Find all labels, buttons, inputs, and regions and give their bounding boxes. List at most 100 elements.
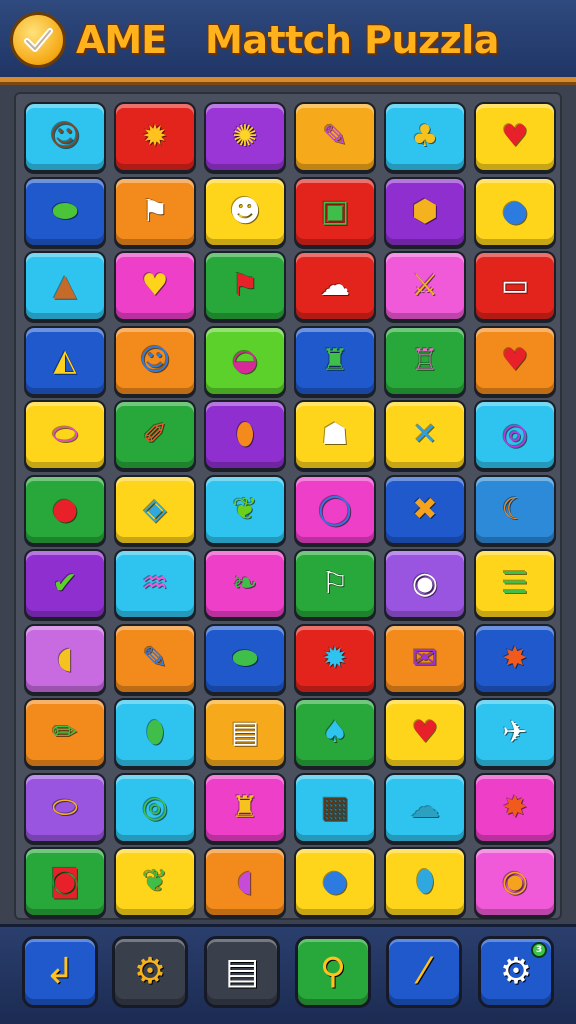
bandage-icon: ⬭ xyxy=(52,417,78,452)
game-tile[interactable]: ☾ xyxy=(474,474,556,545)
game-tile[interactable]: ❧ xyxy=(204,549,286,619)
game-tile[interactable]: ◎ xyxy=(474,400,556,470)
game-tile[interactable]: ◭ xyxy=(24,325,106,396)
gear-refresh-icon: ⚙ xyxy=(499,951,533,992)
planet-ring-icon: ⬮ xyxy=(235,417,255,452)
game-tile[interactable]: ☺ xyxy=(114,325,196,396)
game-tile[interactable]: ⚔ xyxy=(384,251,466,321)
check-badge-icon[interactable] xyxy=(10,12,66,68)
game-tile[interactable]: ⚑ xyxy=(114,176,196,247)
game-tile[interactable]: ✕ xyxy=(384,400,466,470)
flag-icon: ⚐ xyxy=(321,566,349,601)
game-tile[interactable]: ⬮ xyxy=(204,400,286,470)
game-tile[interactable]: ☁ xyxy=(384,772,466,843)
game-tile[interactable]: ◖ xyxy=(204,847,286,917)
game-tile[interactable]: ◉ xyxy=(474,847,556,917)
game-tile[interactable]: ⬬ xyxy=(24,176,106,247)
refresh-button[interactable]: ⚙ 3 xyxy=(478,936,554,1008)
hint-button[interactable]: ⁄ xyxy=(386,936,462,1008)
game-tile[interactable]: ● xyxy=(474,176,556,247)
burst-icon: ✸ xyxy=(502,640,528,676)
tile-grid: ☺ ✹ ✺ ✎ ♣ ♥ ⬬ ⚑ ☻ ▣ ⬢ ● ▲ ♥ ⚑ ☁ ⚔ ▭ ◭ ☺ ◒ ♜ ♖ ♥ ⬭ ✐ ⬮ ☗ ✕ ◎ ● ◈ ❦ ◯ ✖ ☾ ✔ ♒ ❧ ⚐… xyxy=(24,102,556,917)
game-tile[interactable]: ☗ xyxy=(294,400,376,470)
game-tile[interactable]: ❦ xyxy=(204,474,286,545)
magnifier-icon: ⚲ xyxy=(319,951,347,992)
crescent-icon: ☾ xyxy=(501,491,529,527)
game-tile[interactable]: ⬮ xyxy=(114,698,196,768)
game-tile[interactable]: ◖ xyxy=(24,623,106,694)
game-tile[interactable]: ⬮ xyxy=(384,847,466,917)
game-tile[interactable]: ⬭ xyxy=(24,400,106,470)
game-tile[interactable]: ♜ xyxy=(204,772,286,843)
game-tile[interactable]: ✐ xyxy=(114,400,196,470)
game-tile[interactable]: ✸ xyxy=(474,623,556,694)
game-tile[interactable]: ◉ xyxy=(384,549,466,619)
game-tile[interactable]: ❦ xyxy=(114,847,196,917)
game-tile[interactable]: ⬢ xyxy=(384,176,466,247)
game-tile[interactable]: ▣ xyxy=(294,176,376,247)
level-button[interactable]: ▤ xyxy=(204,936,280,1008)
game-tile[interactable]: ● xyxy=(294,847,376,917)
game-tile[interactable]: ⬬ xyxy=(204,623,286,694)
game-tile[interactable]: ✖ xyxy=(384,474,466,545)
game-tile[interactable]: ✹ xyxy=(114,102,196,172)
game-tile[interactable]: ◙ xyxy=(24,847,106,917)
ring-icon: ◯ xyxy=(318,491,352,527)
sun-star-icon: ✹ xyxy=(142,119,168,154)
bottom-toolbar: ↲ ⚙ ▤ ⚲ ⁄ ⚙ 3 xyxy=(0,924,576,1024)
game-tile[interactable]: ✔ xyxy=(24,549,106,619)
planet-icon: ● xyxy=(501,193,529,229)
game-tile[interactable]: ✏ xyxy=(24,698,106,768)
game-tile[interactable]: ◯ xyxy=(294,474,376,545)
game-tile[interactable]: ✹ xyxy=(294,623,376,694)
game-tile[interactable]: ⚑ xyxy=(204,251,286,321)
jar-icon: ▣ xyxy=(320,193,350,229)
ticket-icon: ▭ xyxy=(500,268,530,303)
game-tile[interactable]: ☺ xyxy=(24,102,106,172)
game-tile[interactable]: ✈ xyxy=(474,698,556,768)
balloon-icon: ⬮ xyxy=(415,864,435,899)
game-tile[interactable]: ✉ xyxy=(384,623,466,694)
game-tile[interactable]: ♥ xyxy=(384,698,466,768)
cannon-icon: ⬬ xyxy=(52,193,78,229)
game-tile[interactable]: ◈ xyxy=(114,474,196,545)
fish-icon: ♒ xyxy=(141,566,169,601)
game-tile[interactable]: ✸ xyxy=(474,772,556,843)
ghost-icon: ☗ xyxy=(321,417,349,452)
game-tile[interactable]: ▭ xyxy=(474,251,556,321)
game-tile[interactable]: ✎ xyxy=(294,102,376,172)
game-tile[interactable]: ♠ xyxy=(294,698,376,768)
heart-icon: ♥ xyxy=(501,342,529,378)
game-tile[interactable]: ✎ xyxy=(114,623,196,694)
planet-icon: ● xyxy=(321,864,349,899)
search-button[interactable]: ⚲ xyxy=(295,936,371,1008)
cat-face-icon: ☻ xyxy=(229,193,261,229)
settings-button[interactable]: ⚙ xyxy=(112,936,188,1008)
game-tile[interactable]: ▲ xyxy=(24,251,106,321)
game-tile[interactable]: ♖ xyxy=(384,325,466,396)
game-tile[interactable]: ☁ xyxy=(294,251,376,321)
game-tile[interactable]: ✺ xyxy=(204,102,286,172)
game-tile[interactable]: ⬭ xyxy=(24,772,106,843)
game-tile[interactable]: ♥ xyxy=(474,102,556,172)
game-tile[interactable]: ♣ xyxy=(384,102,466,172)
swirl-icon: ◎ xyxy=(501,417,529,452)
game-tile[interactable]: ◒ xyxy=(204,325,286,396)
game-tile[interactable]: ☰ xyxy=(474,549,556,619)
game-tile[interactable]: ▤ xyxy=(204,698,286,768)
pencil-icon: ✏ xyxy=(52,715,78,750)
blob-icon: ♣ xyxy=(411,119,439,154)
game-tile[interactable]: ● xyxy=(24,474,106,545)
car-icon: ⬬ xyxy=(232,640,258,676)
back-button[interactable]: ↲ xyxy=(22,936,98,1008)
game-tile[interactable]: ♜ xyxy=(294,325,376,396)
game-tile[interactable]: ▦ xyxy=(294,772,376,843)
game-tile[interactable]: ☻ xyxy=(204,176,286,247)
gear-icon: ⚙ xyxy=(133,951,167,992)
game-tile[interactable]: ♒ xyxy=(114,549,196,619)
game-tile[interactable]: ♥ xyxy=(474,325,556,396)
game-tile[interactable]: ⚐ xyxy=(294,549,376,619)
game-tile[interactable]: ◎ xyxy=(114,772,196,843)
sword-icon: ⚔ xyxy=(411,268,439,303)
game-tile[interactable]: ♥ xyxy=(114,251,196,321)
